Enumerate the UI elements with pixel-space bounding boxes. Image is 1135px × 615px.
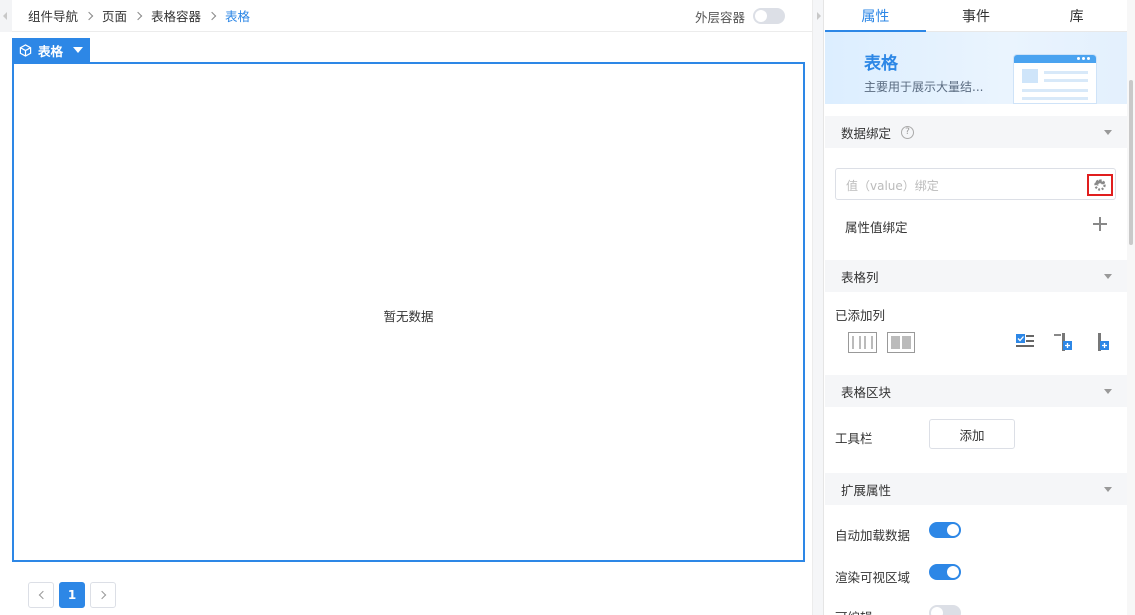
section-table-blocks[interactable]: 表格区块 — [825, 375, 1127, 407]
breadcrumb-item-table-container[interactable]: 表格容器 — [151, 6, 201, 25]
next-page-button[interactable] — [90, 582, 116, 608]
top-bar: 组件导航 页面 表格容器 表格 外层容器 — [12, 0, 812, 32]
editable-label: 可编辑 — [835, 607, 873, 615]
chevron-right-icon — [84, 11, 94, 20]
auto-load-toggle[interactable] — [929, 522, 961, 538]
component-tag-label: 表格 — [38, 43, 64, 59]
caret-down-icon[interactable] — [73, 47, 84, 53]
value-binding-input[interactable]: 值（value）绑定 — [835, 168, 1116, 200]
collapse-arrow-icon — [1104, 389, 1112, 394]
checkbox-column-icon[interactable] — [1016, 334, 1034, 348]
outer-container-toggle[interactable] — [753, 8, 785, 24]
collapse-arrow-icon — [1104, 274, 1112, 279]
editable-toggle[interactable] — [929, 605, 961, 615]
collapse-arrow-icon — [1104, 130, 1112, 135]
tab-properties[interactable]: 属性 — [825, 0, 926, 32]
hero-description: 主要用于展示大量结... — [864, 80, 984, 94]
help-icon[interactable]: ? — [901, 125, 915, 139]
render-visible-label: 渲染可视区域 — [835, 570, 911, 585]
breadcrumb-item-page[interactable]: 页面 — [102, 6, 127, 25]
toggle-knob — [947, 566, 959, 578]
add-toolbar-button[interactable]: 添加 — [929, 419, 1015, 449]
tab-library[interactable]: 库 — [1026, 0, 1127, 31]
left-collapse-handle[interactable] — [0, 0, 12, 32]
pagination: 1 — [28, 582, 116, 608]
column-merge-icon[interactable] — [887, 332, 915, 353]
insert-column-right-icon[interactable] — [1092, 333, 1109, 351]
value-binding-placeholder: 值（value）绑定 — [846, 179, 939, 193]
caret-left-icon — [3, 12, 7, 20]
panel-scrollbar[interactable] — [1127, 0, 1135, 615]
section-data-binding[interactable]: 数据绑定 ? — [825, 116, 1127, 148]
component-hero: 表格 主要用于展示大量结... — [825, 32, 1127, 104]
auto-load-label: 自动加载数据 — [835, 528, 911, 543]
scrollbar-thumb[interactable] — [1129, 80, 1133, 245]
section-title: 表格区块 — [841, 384, 892, 400]
toggle-knob — [947, 524, 959, 536]
page-button-current[interactable]: 1 — [59, 582, 85, 608]
breadcrumb-item-component-nav[interactable]: 组件导航 — [28, 6, 78, 25]
outer-container-control: 外层容器 — [695, 0, 785, 32]
add-attr-binding-plus-icon[interactable] — [1093, 217, 1107, 231]
outer-container-label: 外层容器 — [694, 9, 745, 25]
collapse-arrow-icon — [1104, 487, 1112, 492]
panel-collapse-handle[interactable] — [812, 0, 824, 615]
cube-icon — [19, 43, 32, 57]
caret-right-icon — [817, 12, 821, 20]
breadcrumb: 组件导航 页面 表格容器 表格 — [12, 6, 250, 25]
breadcrumb-item-table: 表格 — [225, 9, 251, 24]
render-visible-toggle[interactable] — [929, 564, 961, 580]
added-columns-label: 已添加列 — [835, 308, 886, 323]
section-title: 扩展属性 — [841, 482, 892, 498]
gear-icon — [1094, 179, 1106, 191]
insert-column-left-icon[interactable] — [1054, 333, 1072, 351]
selected-component-tag[interactable]: 表格 — [12, 38, 90, 62]
chevron-right-icon — [133, 11, 143, 20]
panel-tabs: 属性 事件 库 — [825, 0, 1127, 32]
column-split-icon[interactable] — [848, 332, 877, 353]
section-title: 数据绑定 — [841, 125, 892, 141]
properties-panel: 属性 事件 库 表格 主要用于展示大量结... 数据绑定 ? 值（value）绑… — [825, 0, 1127, 615]
section-extended-attributes[interactable]: 扩展属性 — [825, 473, 1127, 505]
toggle-knob — [931, 607, 943, 615]
attr-binding-label: 属性值绑定 — [845, 220, 908, 235]
section-title: 表格列 — [841, 269, 879, 285]
hero-title: 表格 — [864, 54, 898, 74]
chevron-right-icon — [97, 590, 106, 600]
toggle-knob — [755, 10, 767, 22]
chevron-right-icon — [207, 11, 217, 20]
app-root: 组件导航 页面 表格容器 表格 外层容器 表格 暂无数据 1 属性 事件 库 表… — [0, 0, 1135, 615]
empty-data-text: 暂无数据 — [383, 309, 434, 324]
prev-page-button[interactable] — [28, 582, 54, 608]
binding-settings-button[interactable] — [1087, 174, 1113, 196]
toolbar-label: 工具栏 — [835, 431, 873, 446]
tab-events[interactable]: 事件 — [926, 0, 1027, 31]
table-component[interactable]: 暂无数据 — [12, 62, 805, 562]
section-table-columns[interactable]: 表格列 — [825, 260, 1127, 292]
table-illustration-icon — [1013, 54, 1097, 104]
chevron-left-icon — [38, 590, 47, 600]
